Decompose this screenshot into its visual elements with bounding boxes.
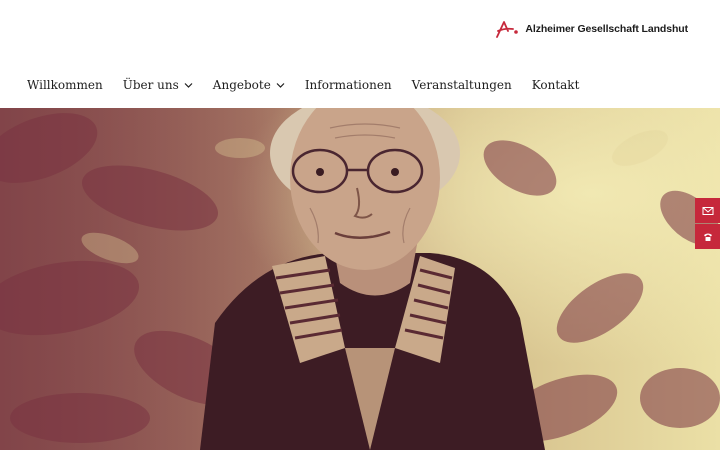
nav-item-informationen[interactable]: Informationen	[305, 78, 392, 92]
nav-item-label: Veranstaltungen	[411, 78, 512, 92]
elderly-woman-portrait	[0, 108, 720, 450]
brand-name: Alzheimer Gesellschaft Landshut	[525, 23, 688, 35]
phone-button[interactable]	[695, 224, 720, 249]
nav-item-label: Willkommen	[27, 78, 103, 92]
main-nav: Willkommen Über uns Angebote Information…	[27, 78, 599, 92]
nav-item-label: Kontakt	[531, 78, 580, 92]
chevron-down-icon	[276, 82, 285, 89]
nav-item-veranstaltungen[interactable]: Veranstaltungen	[412, 78, 512, 92]
mail-icon	[702, 206, 713, 215]
nav-item-label: Über uns	[122, 78, 179, 92]
hero-image	[0, 108, 720, 450]
site-header: Alzheimer Gesellschaft Landshut Willkomm…	[0, 0, 720, 108]
chevron-down-icon	[184, 82, 193, 89]
nav-item-angebote[interactable]: Angebote	[213, 78, 285, 92]
phone-icon	[703, 233, 712, 241]
nav-item-willkommen[interactable]: Willkommen	[27, 78, 103, 92]
nav-item-kontakt[interactable]: Kontakt	[532, 78, 580, 92]
site-logo[interactable]: Alzheimer Gesellschaft Landshut	[495, 19, 688, 39]
nav-item-ueber-uns[interactable]: Über uns	[123, 78, 193, 92]
alzheimer-logo-icon	[496, 21, 519, 38]
nav-item-label: Angebote	[212, 78, 271, 92]
nav-item-label: Informationen	[304, 78, 392, 92]
mail-button[interactable]	[695, 198, 720, 223]
